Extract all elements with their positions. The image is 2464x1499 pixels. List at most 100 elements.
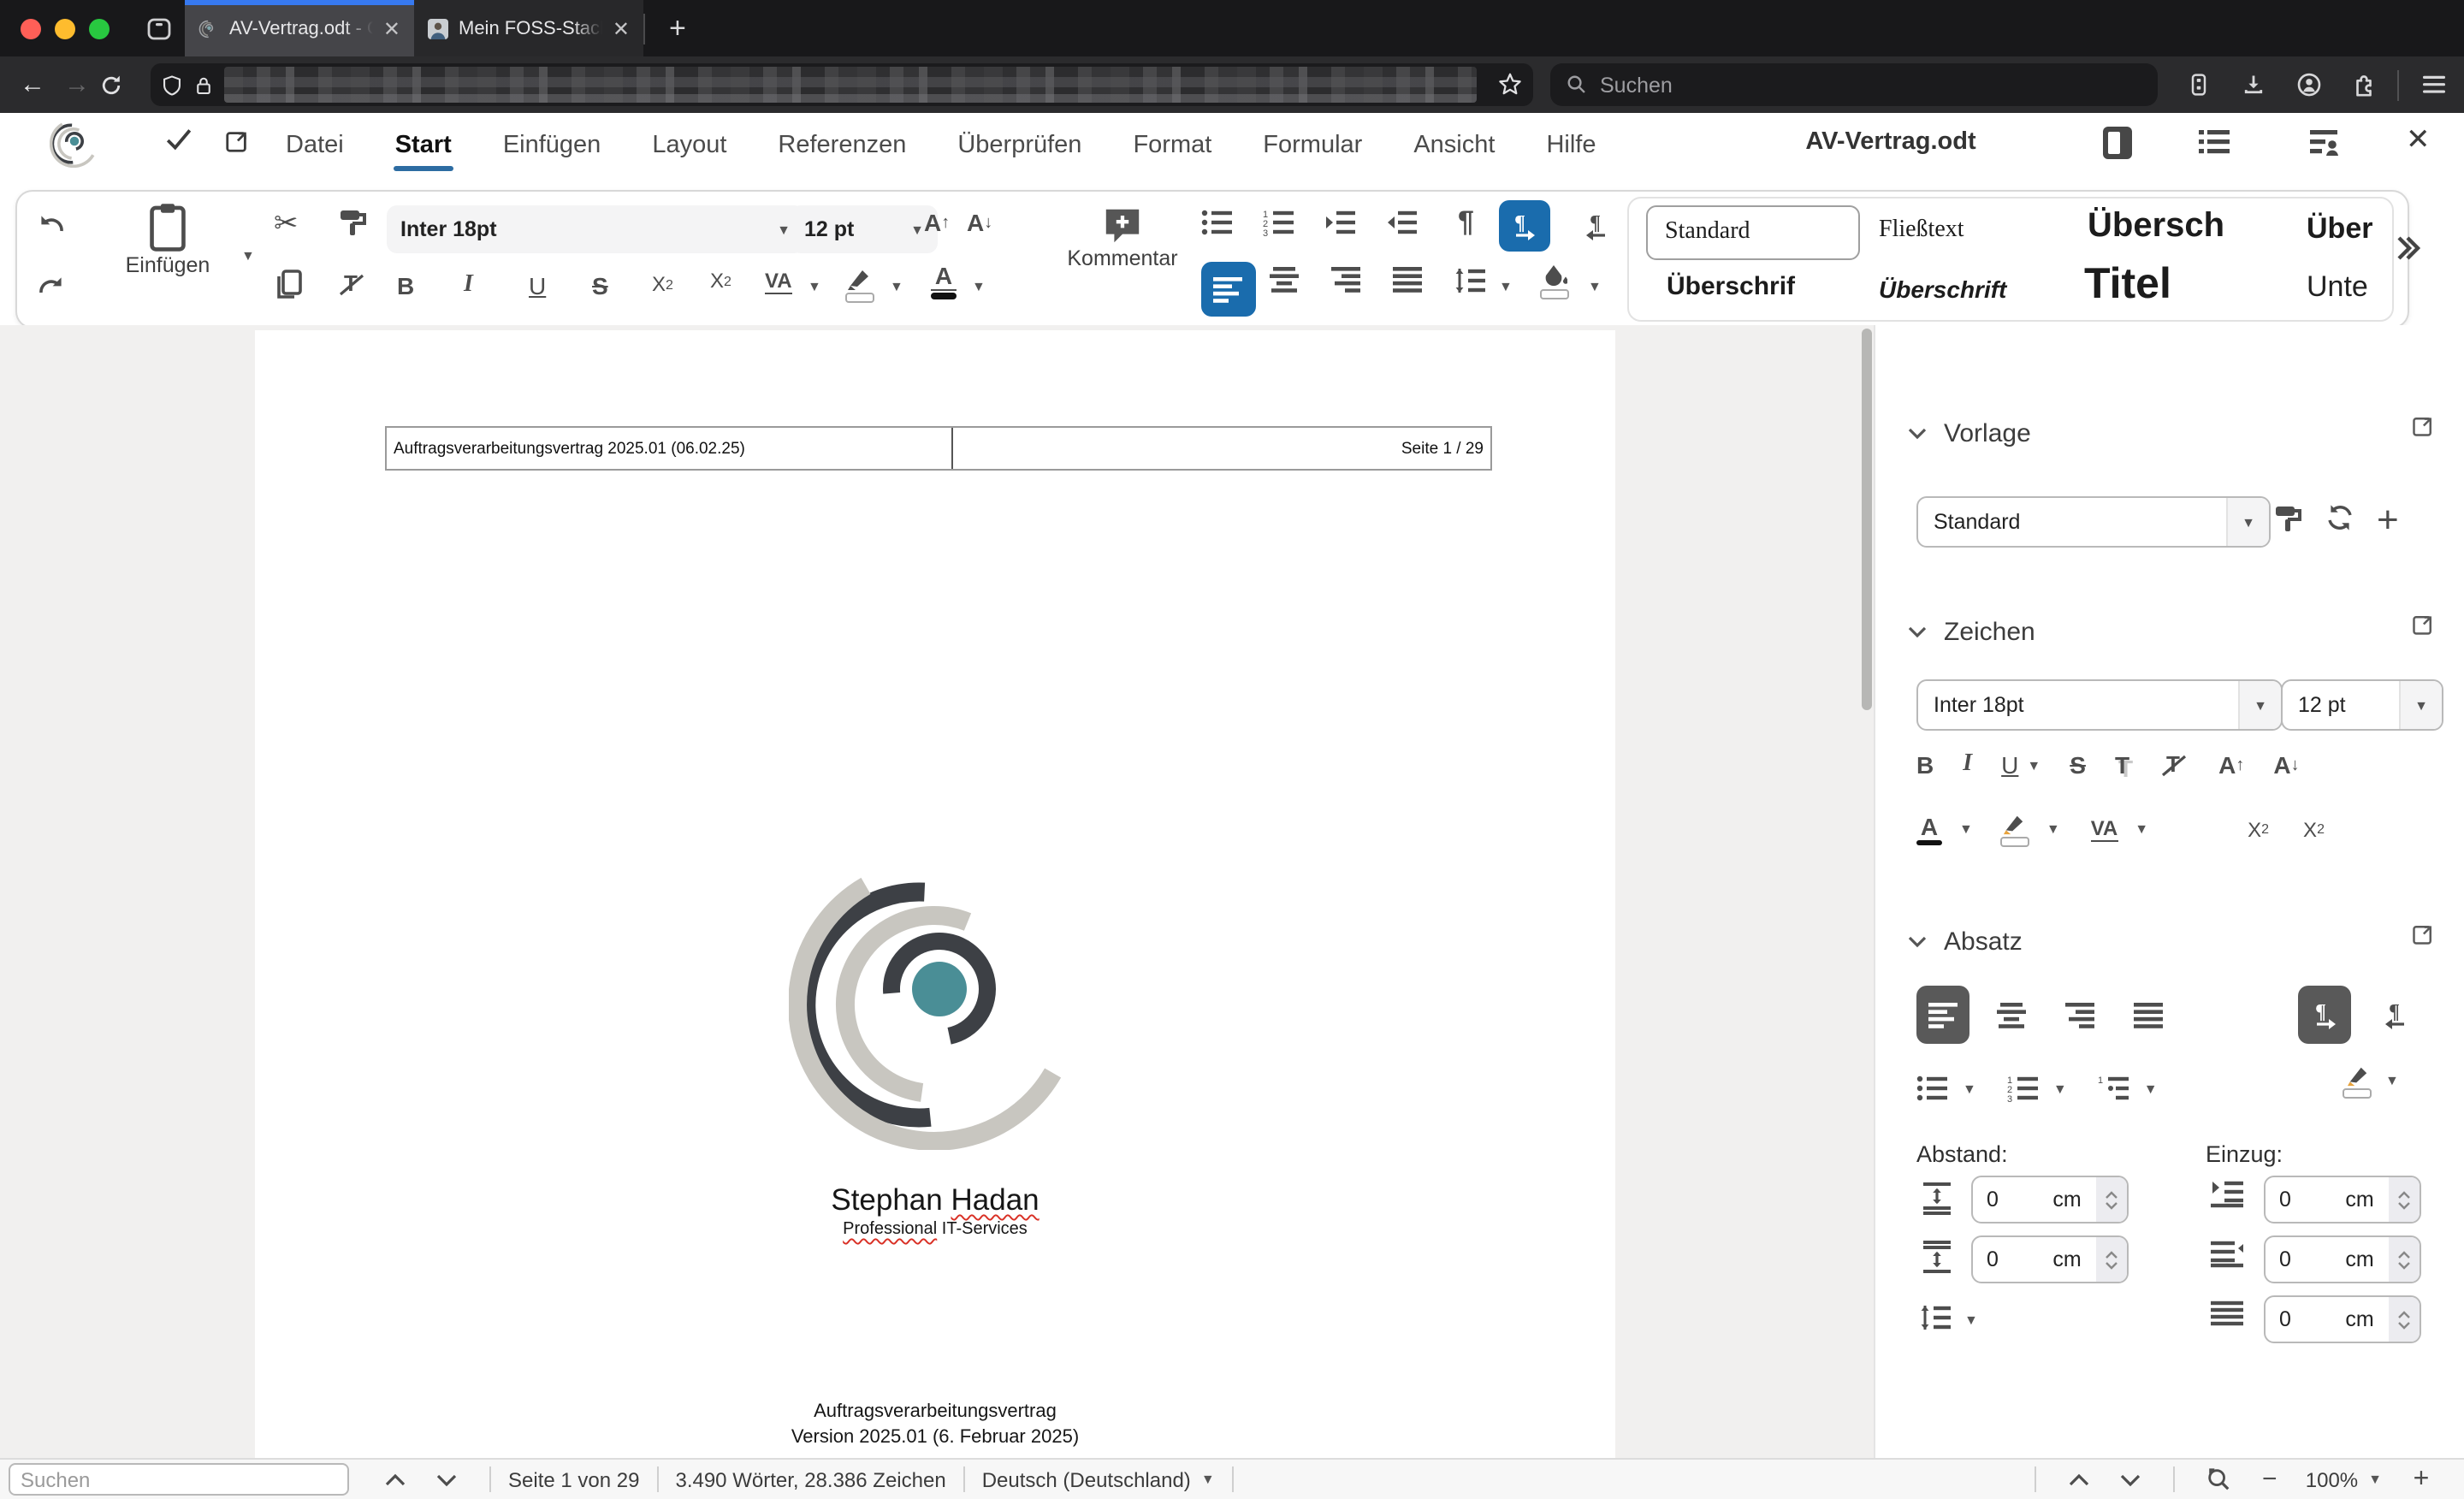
sidebar-grow-font-icon[interactable]: A ↑ [2218, 751, 2244, 779]
menu-layout[interactable]: Layout [650, 127, 728, 164]
italic-icon[interactable]: I [464, 272, 473, 299]
section-zeichen-header[interactable]: Zeichen [1908, 618, 2035, 647]
underline-icon[interactable]: U [529, 272, 546, 299]
sidebar-align-right-icon[interactable] [2053, 986, 2106, 1044]
zoom-out-icon[interactable]: − [2244, 1465, 2295, 1494]
save-status-check-icon[interactable] [164, 127, 193, 152]
vertical-scrollbar[interactable] [1862, 329, 1872, 710]
user-list-icon[interactable] [2308, 128, 2339, 157]
space-above-spinner[interactable]: 0 cm [1971, 1176, 2129, 1223]
clear-formatting-icon[interactable]: T [337, 269, 368, 299]
menu-ueberpruefen[interactable]: Überprüfen [956, 127, 1083, 164]
close-window-button[interactable] [21, 18, 41, 39]
url-bar[interactable] [151, 63, 1533, 106]
highlight-caret[interactable]: ▼ [890, 279, 903, 294]
indent-before-value[interactable]: 0 [2266, 1188, 2331, 1212]
vorlage-popout-icon[interactable] [2411, 414, 2435, 438]
bold-icon[interactable]: B [397, 272, 414, 299]
document-subtitle-line[interactable]: Professional IT-Services [255, 1220, 1615, 1239]
sidebar-align-justify-icon[interactable] [2122, 986, 2175, 1044]
shadow-icon[interactable]: T [2115, 751, 2129, 779]
sidebar-subscript-icon[interactable]: X2 [2303, 818, 2325, 842]
paragraph-fill-button[interactable] [1540, 264, 1569, 299]
char-spacing-icon[interactable]: VA [765, 269, 792, 294]
language-selector[interactable]: Deutsch (Deutschland) [982, 1467, 1191, 1491]
highlight-color-button[interactable] [845, 267, 874, 302]
align-right-icon[interactable] [1331, 267, 1362, 293]
sidebar-font-color-button[interactable]: A [1916, 814, 1942, 845]
close-tab-icon[interactable]: ✕ [383, 16, 400, 40]
sidebar-bold-icon[interactable]: B [1916, 751, 1934, 779]
decrease-indent-icon[interactable] [1386, 209, 1419, 236]
minimize-window-button[interactable] [55, 18, 75, 39]
paragraph-style-combobox[interactable]: Standard ▼ [1916, 496, 2271, 548]
sidebar-numbered-list-icon[interactable]: 123 [2007, 1075, 2040, 1102]
sidebar-paragraph-fill-button[interactable] [2343, 1064, 2372, 1098]
space-below-spinner[interactable]: 0 cm [1971, 1235, 2129, 1283]
style-ueberschrift-1[interactable]: Übersch [2088, 207, 2259, 246]
indent-after-spinner[interactable]: 0 cm [2264, 1235, 2421, 1283]
sidebar-align-left-icon[interactable] [1916, 986, 1969, 1044]
strikethrough-icon[interactable]: S [592, 272, 608, 299]
section-absatz-header[interactable]: Absatz [1908, 927, 2023, 957]
paragraph-fill-caret[interactable]: ▼ [1588, 279, 1602, 294]
space-above-value[interactable]: 0 [1973, 1188, 2038, 1212]
new-tab-button[interactable]: + [645, 0, 710, 56]
paragraph-rtl-icon[interactable]: ¶ [1571, 200, 1622, 252]
menu-format[interactable]: Format [1131, 127, 1213, 164]
styles-expand-icon[interactable] [2394, 234, 2421, 262]
font-size-combobox[interactable]: 12 pt ▼ [791, 205, 938, 253]
section-vorlage-header[interactable]: Vorlage [1908, 419, 2031, 448]
forward-icon[interactable]: → [55, 70, 99, 99]
increase-indent-icon[interactable] [1324, 209, 1357, 236]
language-caret[interactable]: ▼ [1201, 1472, 1215, 1487]
sidebar-highlight-caret[interactable]: ▼ [2046, 822, 2060, 838]
bullet-list-caret[interactable]: ▼ [1963, 1081, 1976, 1096]
tab-foss-stack[interactable]: Mein FOSS-Stack - Stephan Ha ✕ [414, 0, 643, 56]
align-center-icon[interactable] [1270, 267, 1300, 293]
numbered-list-caret[interactable]: ▼ [2053, 1081, 2067, 1096]
menu-datei[interactable]: Datei [284, 127, 346, 164]
open-in-new-icon[interactable] [224, 128, 250, 154]
list-view-icon[interactable] [2199, 128, 2230, 156]
align-justify-icon[interactable] [1393, 267, 1424, 293]
sidebar-line-spacing-icon[interactable] [1920, 1304, 1952, 1331]
company-logo[interactable] [789, 859, 1080, 1150]
bookmark-star-icon[interactable] [1497, 72, 1523, 98]
sidebar-align-center-icon[interactable] [1985, 986, 2038, 1044]
sidebar-clear-formatting-icon[interactable]: T [2159, 750, 2189, 780]
menu-hilfe[interactable]: Hilfe [1544, 127, 1597, 164]
cut-icon[interactable]: ✂ [274, 207, 299, 241]
first-line-indent-stepper[interactable] [2389, 1297, 2420, 1342]
sidebar-paragraph-rtl-icon[interactable]: ¶ [2368, 986, 2421, 1044]
menu-einfuegen[interactable]: Einfügen [501, 127, 603, 164]
line-spacing-caret[interactable]: ▼ [1499, 279, 1513, 294]
menu-ansicht[interactable]: Ansicht [1412, 127, 1496, 164]
menu-hamburger-icon[interactable] [2406, 74, 2461, 96]
sidebar-superscript-icon[interactable]: X2 [2248, 818, 2269, 842]
style-ueberschrift-3[interactable]: Überschrif [1667, 272, 1829, 301]
document-author-line[interactable]: Stephan Hadan [255, 1182, 1615, 1218]
toolbox-icon[interactable] [2171, 72, 2226, 98]
document-line1[interactable]: Auftragsverarbeitungsvertrag [255, 1401, 1615, 1422]
style-titel[interactable]: Titel [2084, 260, 2255, 310]
first-line-indent-value[interactable]: 0 [2266, 1307, 2331, 1331]
new-style-icon[interactable]: + [2377, 498, 2399, 542]
extensions-puzzle-icon[interactable] [2336, 72, 2390, 98]
sidebar-outline-list-icon[interactable]: 1 [2098, 1075, 2130, 1102]
space-below-value[interactable]: 0 [1973, 1247, 2038, 1271]
downloads-icon[interactable] [2226, 72, 2281, 98]
sidebar-strikethrough-icon[interactable]: S [2070, 751, 2086, 779]
tab-av-vertrag[interactable]: AV-Vertrag.odt - Office @ Hada ✕ [185, 0, 414, 56]
update-style-icon[interactable] [2272, 503, 2303, 534]
paste-button[interactable]: Einfügen [96, 202, 240, 277]
sidebar-shrink-font-icon[interactable]: A ↓ [2273, 751, 2299, 779]
paragraph-ltr-icon[interactable]: ¶ [1499, 200, 1550, 252]
indent-after-value[interactable]: 0 [2266, 1247, 2331, 1271]
sidebar-underline-icon[interactable]: U [2001, 751, 2018, 779]
align-left-icon[interactable] [1201, 262, 1256, 317]
style-standard[interactable]: Standard [1646, 205, 1860, 260]
reload-icon[interactable] [99, 73, 144, 97]
page-header-table[interactable]: Auftragsverarbeitungsvertrag 2025.01 (06… [385, 426, 1492, 471]
style-ueberschrift-4[interactable]: Überschrift [1879, 276, 2036, 303]
